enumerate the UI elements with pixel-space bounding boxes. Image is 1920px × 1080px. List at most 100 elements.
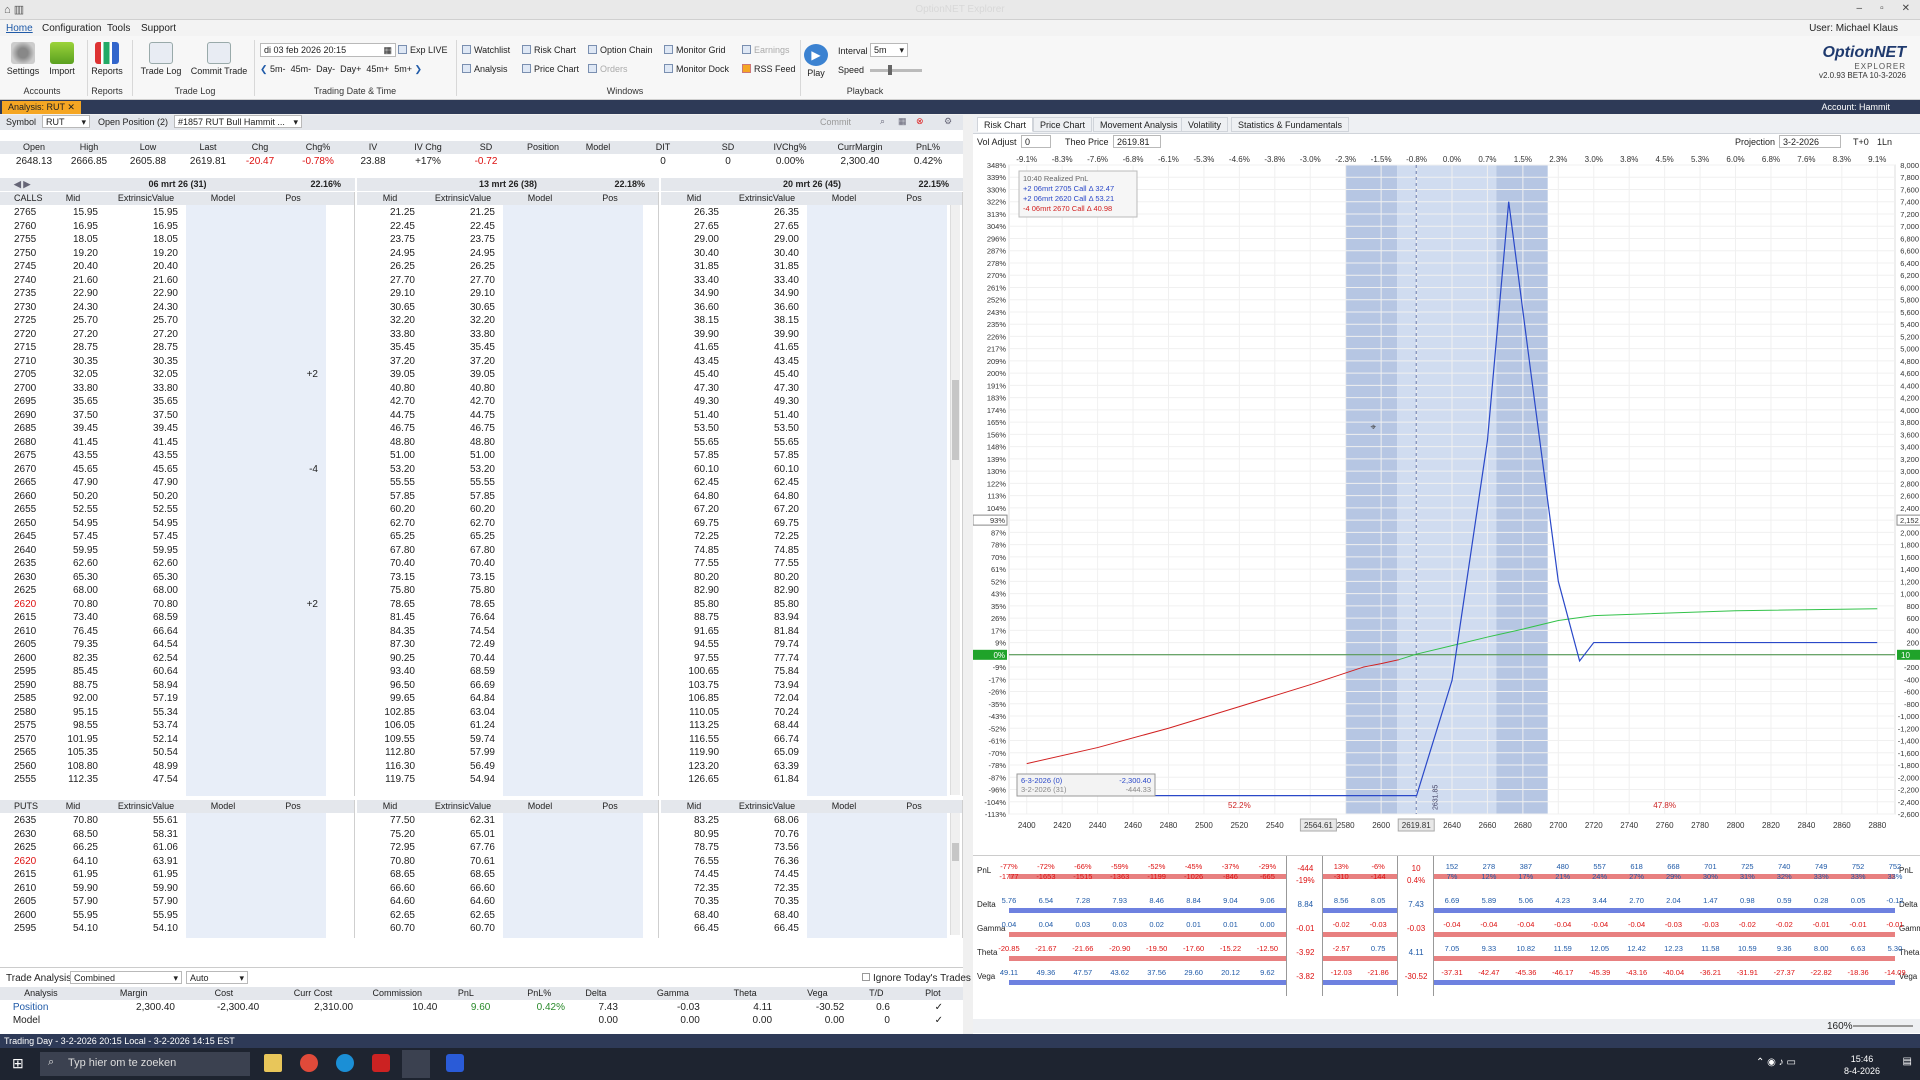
grid-icon[interactable]: ▦	[898, 116, 907, 127]
chain-row[interactable]: 74.85 74.85	[661, 544, 962, 558]
tab-volatility[interactable]: Volatility	[1181, 117, 1229, 132]
step-45m-fwd[interactable]: 45m+	[366, 64, 389, 74]
chain-row[interactable]: 2680 41.45 41.45	[0, 436, 354, 450]
chain-row[interactable]: 75.80 75.80	[357, 584, 658, 598]
chain-row[interactable]: 2595 85.45 60.64	[0, 665, 354, 679]
chain-row[interactable]: 72.95 67.76	[357, 841, 658, 855]
speed-slider[interactable]	[870, 65, 922, 75]
price-chart-button[interactable]: Price Chart	[522, 64, 579, 74]
chain-row[interactable]: 80.95 70.76	[661, 828, 962, 842]
chain-row[interactable]: 2615 73.40 68.59	[0, 611, 354, 625]
chain-row[interactable]: 88.75 83.94	[661, 611, 962, 625]
chain-row[interactable]: 2615 61.95 61.95	[0, 868, 354, 882]
chain-row[interactable]: 30.40 30.40	[661, 247, 962, 261]
chain-row[interactable]: 84.35 74.54	[357, 625, 658, 639]
monitor-dock-button[interactable]: Monitor Dock	[664, 64, 729, 74]
chain-row[interactable]: 75.20 65.01	[357, 828, 658, 842]
chain-row[interactable]: 110.05 70.24	[661, 706, 962, 720]
chain-row[interactable]: 66.60 66.60	[357, 882, 658, 896]
chain-row[interactable]: 39.90 39.90	[661, 328, 962, 342]
tab-analysis-rut[interactable]: Analysis: RUT ✕	[2, 101, 81, 114]
chain-row[interactable]: 34.90 34.90	[661, 287, 962, 301]
chain-row[interactable]: 26.25 26.25	[357, 260, 658, 274]
chain-row[interactable]: 66.45 66.45	[661, 922, 962, 936]
chain-row[interactable]: 26.35 26.35	[661, 206, 962, 220]
chain-row[interactable]: 45.40 45.40	[661, 368, 962, 382]
chain-row[interactable]: 85.80 85.80	[661, 598, 962, 612]
position-select[interactable]: #1857 RUT Bull Hammit ... ▾	[174, 115, 302, 128]
chain-row[interactable]: 2605 79.35 64.54	[0, 638, 354, 652]
chain-row[interactable]: 22.45 22.45	[357, 220, 658, 234]
chain-row[interactable]: 123.20 63.39	[661, 760, 962, 774]
col-header-mid[interactable]: Mid	[357, 801, 423, 811]
chain-row[interactable]: 27.70 27.70	[357, 274, 658, 288]
chain-row[interactable]: 2650 54.95 54.95	[0, 517, 354, 531]
theo-price-input[interactable]: 2619.81	[1113, 135, 1161, 148]
chain-row[interactable]: 60.70 60.70	[357, 922, 658, 936]
commit-trade-button[interactable]: Commit Trade	[190, 42, 248, 76]
chain-row[interactable]: 2620 64.10 63.91	[0, 855, 354, 869]
rss-feed-button[interactable]: RSS Feed	[742, 64, 796, 74]
chain-row[interactable]: 62.65 62.65	[357, 909, 658, 923]
chain-row[interactable]: 82.90 82.90	[661, 584, 962, 598]
earnings-button[interactable]: Earnings	[742, 45, 790, 55]
calendar-icon[interactable]: ▦	[383, 45, 392, 56]
chain-row[interactable]: 2765 15.95 15.95	[0, 206, 354, 220]
chain-row[interactable]: 2735 22.90 22.90	[0, 287, 354, 301]
chain-row[interactable]: 49.30 49.30	[661, 395, 962, 409]
chain-row[interactable]: 36.60 36.60	[661, 301, 962, 315]
analysis-mode-select[interactable]: Combined ▾	[70, 971, 182, 984]
chain-row[interactable]: 48.80 48.80	[357, 436, 658, 450]
chain-row[interactable]: 2610 59.90 59.90	[0, 882, 354, 896]
chain-row[interactable]: 2625 68.00 68.00	[0, 584, 354, 598]
menu-support[interactable]: Support	[141, 23, 176, 34]
t0-select[interactable]: T+0	[1853, 137, 1869, 147]
ta-cell[interactable]: ✓	[915, 1015, 943, 1026]
chain-row[interactable]: 2610 76.45 66.64	[0, 625, 354, 639]
chain-row[interactable]: 2595 54.10 54.10	[0, 922, 354, 936]
chain-row[interactable]: 2710 30.35 30.35	[0, 355, 354, 369]
chain-row[interactable]: 53.50 53.50	[661, 422, 962, 436]
chain-row[interactable]: 68.65 68.65	[357, 868, 658, 882]
zoom-slider[interactable]	[1853, 1025, 1913, 1027]
chain-row[interactable]: 99.65 64.84	[357, 692, 658, 706]
chain-row[interactable]: 73.15 73.15	[357, 571, 658, 585]
symbol-select[interactable]: RUT ▾	[42, 115, 90, 128]
chain-row[interactable]: 42.70 42.70	[357, 395, 658, 409]
chain-row[interactable]: 67.80 67.80	[357, 544, 658, 558]
chain-row[interactable]: 2760 16.95 16.95	[0, 220, 354, 234]
auto-select[interactable]: Auto ▾	[186, 971, 248, 984]
chain-row[interactable]: 64.60 64.60	[357, 895, 658, 909]
watchlist-button[interactable]: Watchlist	[462, 45, 510, 55]
chain-row[interactable]: 2725 25.70 25.70	[0, 314, 354, 328]
chain-row[interactable]: 2655 52.55 52.55	[0, 503, 354, 517]
settings-button[interactable]: Settings	[6, 42, 40, 76]
col-header-model[interactable]: Model	[503, 801, 577, 811]
chain-row[interactable]: 2715 28.75 28.75	[0, 341, 354, 355]
ta-cell[interactable]: ✓	[915, 1002, 943, 1013]
tab-statistics[interactable]: Statistics & Fundamentals	[1231, 117, 1350, 132]
chain-row[interactable]: 2570 101.95 52.14	[0, 733, 354, 747]
chain-row[interactable]: 2750 19.20 19.20	[0, 247, 354, 261]
chain-row[interactable]: 2670 45.65 45.65 -4	[0, 463, 354, 477]
chain-row[interactable]: 62.70 62.70	[357, 517, 658, 531]
chain-row[interactable]: 116.55 66.74	[661, 733, 962, 747]
speed-slider-handle[interactable]	[888, 65, 892, 75]
col-header-extrinsic[interactable]: ExtrinsicValue	[106, 193, 186, 203]
chain-row[interactable]: 2740 21.60 21.60	[0, 274, 354, 288]
chain-row[interactable]: 2555 112.35 47.54	[0, 773, 354, 787]
ignore-trades-checkbox[interactable]: Ignore Today's Trades	[862, 973, 971, 984]
chain-row[interactable]: 83.25 68.06	[661, 814, 962, 828]
chain-row[interactable]: 57.85 57.85	[357, 490, 658, 504]
chain-row[interactable]: 2720 27.20 27.20	[0, 328, 354, 342]
chain-row[interactable]: 37.20 37.20	[357, 355, 658, 369]
col-header-pos[interactable]: Pos	[260, 801, 326, 811]
col-header-model[interactable]: Model	[186, 801, 260, 811]
ta-row-position[interactable]: Position 2,300.40 -2,300.40 2,310.00 10.40 9.…	[0, 1001, 963, 1014]
chain-row[interactable]: 2685 39.45 39.45	[0, 422, 354, 436]
chain-row[interactable]: 2755 18.05 18.05	[0, 233, 354, 247]
interval-select[interactable]: 5m ▾	[870, 43, 908, 57]
calls-scrollbar[interactable]	[950, 205, 960, 795]
close-tab-icon[interactable]: ✕	[67, 102, 75, 112]
system-tray-icons[interactable]: ⌃ ◉ ♪ ▭	[1756, 1057, 1796, 1068]
